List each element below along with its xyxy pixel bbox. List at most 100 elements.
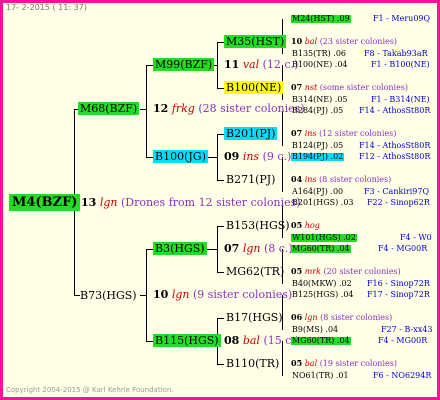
ancestor-ref: F3 - Cankiri97Q [364, 187, 429, 196]
connector [217, 272, 224, 273]
ggp-count: 04 [291, 174, 303, 184]
ancestor-leaf[interactable]: B135(TR) .06 [291, 50, 347, 58]
parent-count: 10 [153, 288, 169, 301]
connector [217, 134, 224, 135]
ancestor-ref: F22 - Sinop62R [367, 198, 430, 207]
ancestor-leaf[interactable]: B194(PJ) .02 [291, 153, 345, 161]
parent-info: 12 frkg (28 sister colonies) [153, 103, 305, 114]
ggp-sisters: (8 sister colonies) [320, 313, 393, 322]
great-grandparent-info: 07 ins (12 sister colonies) [291, 129, 396, 138]
ancestor-ref: F1 - B100(NE) [371, 60, 430, 69]
grandparent-info: 08 bal (15 c.) [224, 335, 299, 346]
ancestor-ref: F4 - MG00R [378, 244, 428, 253]
root-info: 13 lgn (Drones from 12 sister colonies) [81, 197, 301, 208]
ancestor-leaf[interactable]: MG60(TR) .04 [291, 245, 351, 253]
parent-node[interactable]: B73(HGS) [78, 289, 139, 302]
ancestor-ref: F14 - AthosSt80R [359, 106, 431, 115]
ggp-name: bal [304, 37, 318, 46]
ancestor-leaf[interactable]: A164(PJ) .00 [291, 188, 344, 196]
grandparent-info: 09 ins (9 c.) [224, 151, 291, 162]
great-grandparent-info: 04 ins (8 sister colonies) [291, 175, 391, 184]
ggp-name: mrk [304, 267, 321, 276]
parent-name: lgn [171, 288, 190, 301]
ancestor-ref: F8 - Takab93aR [364, 49, 428, 58]
grandparent-node[interactable]: B100(JG) [153, 150, 208, 163]
grandparent-count: 08 [224, 334, 240, 347]
grandparent-info: 11 val (12 c.) [224, 59, 298, 70]
ancestor-leaf[interactable]: B284(PJ) .05 [291, 107, 344, 115]
ancestor-ref: F17 - Sinop72R [367, 290, 430, 299]
grandparent-name: val [242, 58, 260, 71]
ancestor-leaf[interactable]: B314(NE) .05 [291, 96, 349, 104]
ggp-name: lgn [304, 313, 318, 322]
ancestor-leaf[interactable]: B40(MKW) .02 [291, 280, 353, 288]
parent-node[interactable]: M68(BZF) [78, 102, 140, 115]
root-count: 13 [81, 196, 97, 209]
ggp-count: 05 [291, 266, 303, 276]
ggp-name: ins [304, 129, 317, 138]
great-grandparent-node[interactable]: M35(HST) [224, 35, 287, 48]
parent-count: 12 [153, 102, 169, 115]
great-grandparent-info: 07 nst (some sister colonies) [291, 83, 408, 92]
great-grandparent-node[interactable]: MG62(TR) [224, 265, 286, 278]
ggp-sisters: (8 sister colonies) [319, 175, 392, 184]
grandparent-info: 07 lgn (8 c.) [224, 243, 293, 254]
ancestor-leaf[interactable]: B100(NE) .04 [291, 61, 349, 69]
ancestor-leaf[interactable]: B125(HGS) .04 [291, 291, 355, 299]
connector [217, 88, 224, 89]
ancestor-ref: F1 - Meru09Q [373, 14, 431, 23]
connector [217, 226, 218, 272]
great-grandparent-node[interactable]: B110(TR) [224, 357, 281, 370]
connector [217, 42, 218, 88]
parent-sisters: (9 sister colonies) [192, 288, 293, 301]
root-node[interactable]: M4(BZF) [9, 194, 81, 211]
ancestor-leaf[interactable]: MG60(TR) .04 [291, 337, 351, 345]
grandparent-node[interactable]: M99(BZF) [153, 58, 215, 71]
ancestor-leaf[interactable]: B201(HGS) .03 [291, 199, 355, 207]
ggp-sisters: (20 sister colonies) [323, 267, 401, 276]
grandparent-sisters: (9 c.) [262, 150, 292, 163]
ggp-count: 06 [291, 312, 303, 322]
ggp-name: hog [304, 221, 320, 230]
ancestor-leaf[interactable]: B9(MS) .04 [291, 326, 339, 334]
grandparent-name: bal [242, 334, 260, 347]
ancestor-ref: F6 - NO6294R [373, 371, 432, 380]
ancestor-ref: F12 - AthosSt80R [359, 152, 431, 161]
grandparent-name: lgn [242, 242, 261, 255]
grandparent-node[interactable]: B115(HGS) [153, 334, 221, 347]
great-grandparent-node[interactable]: B201(PJ) [224, 127, 278, 140]
ancestor-leaf[interactable]: W101(HGS) .02 [291, 234, 357, 242]
grandparent-node[interactable]: B3(HGS) [153, 242, 207, 255]
ggp-sisters: (some sister colonies) [319, 83, 409, 92]
ancestor-ref: F4 - MG00R [378, 336, 428, 345]
ggp-name: nst [304, 83, 318, 92]
connector [282, 111, 283, 146]
ggp-sisters: (12 sister colonies) [319, 129, 397, 138]
parent-sisters: (28 sister colonies) [198, 102, 305, 115]
connector [146, 249, 153, 250]
connector [146, 157, 153, 158]
grandparent-sisters: (8 c.) [263, 242, 293, 255]
ggp-name: ins [304, 175, 317, 184]
ancestor-leaf[interactable]: M24(HST) .09 [291, 15, 351, 23]
great-grandparent-node[interactable]: B153(HGS) [224, 219, 292, 232]
connector [217, 180, 224, 181]
connector [146, 65, 147, 157]
ancestor-leaf[interactable]: NO61(TR) .01 [291, 372, 350, 380]
ancestor-leaf[interactable]: B124(PJ) .05 [291, 142, 344, 150]
pedigree-chart: 17- 2-2015 ( 11: 37) M4(BZF) 13 lgn (Dro… [0, 0, 440, 400]
great-grandparent-info: 05 mrk (20 sister colonies) [291, 267, 401, 276]
connector [217, 226, 224, 227]
connector [217, 364, 224, 365]
ggp-count: 07 [291, 128, 303, 138]
grandparent-count: 07 [224, 242, 240, 255]
ggp-count: 07 [291, 82, 303, 92]
ggp-count: 10 [291, 36, 303, 46]
great-grandparent-node[interactable]: B271(PJ) [224, 173, 277, 186]
great-grandparent-node[interactable]: B100(NE) [224, 81, 284, 94]
timestamp-header: 17- 2-2015 ( 11: 37) [6, 3, 87, 12]
grandparent-count: 09 [224, 150, 240, 163]
copyright-footer: Copyright 2004-2015 @ Karl Kehrle Founda… [6, 386, 174, 394]
grandparent-name: ins [242, 150, 260, 163]
great-grandparent-node[interactable]: B17(HGS) [224, 311, 285, 324]
